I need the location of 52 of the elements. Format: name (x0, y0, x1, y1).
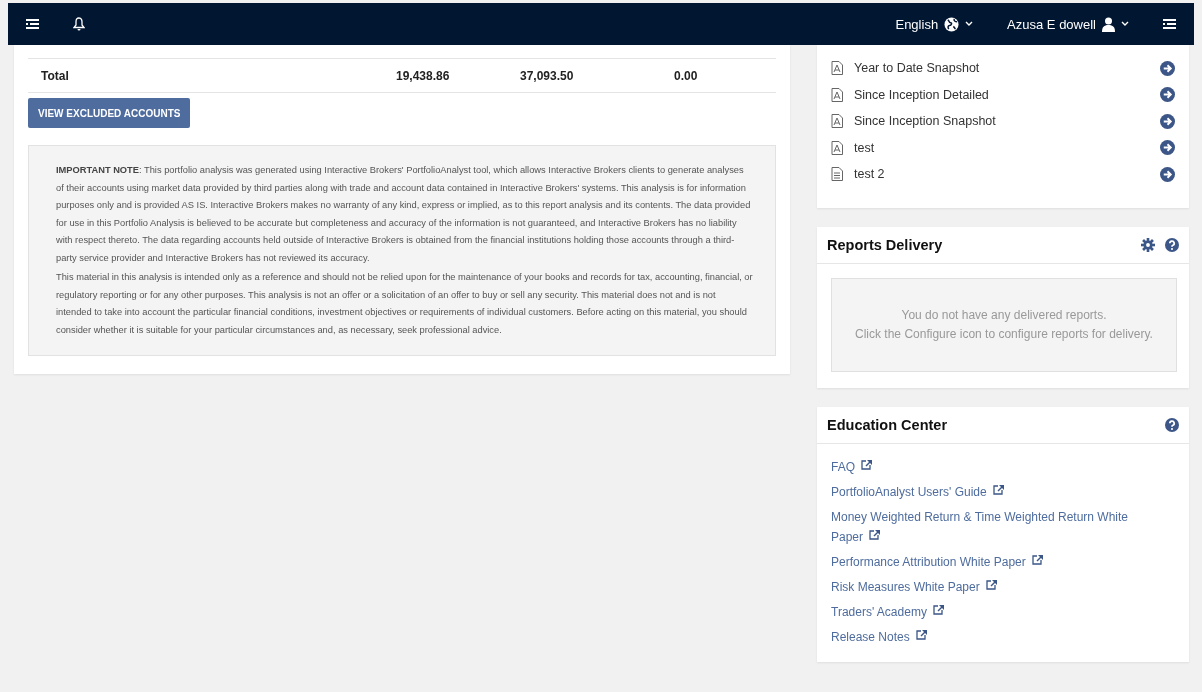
report-link[interactable]: Since Inception Snapshot (854, 114, 1160, 129)
pdf-file-icon (831, 140, 843, 155)
education-link[interactable]: Traders' Academy (831, 602, 1149, 623)
view-excluded-accounts-button[interactable]: VIEW EXCLUDED ACCOUNTS (28, 98, 191, 128)
external-link-icon (1031, 554, 1044, 565)
education-link[interactable]: PortfolioAnalyst Users' Guide (831, 481, 1149, 502)
education-link[interactable]: Release Notes (831, 627, 1149, 648)
report-link[interactable]: Since Inception Detailed (854, 87, 1160, 102)
card-title: Reports Delivery (827, 236, 944, 253)
menu-icon[interactable] (26, 19, 39, 29)
report-link[interactable]: Year to Date Snapshot (854, 61, 1160, 76)
pdf-file-icon (831, 87, 843, 102)
table-cell-text: 19,438.86 (396, 68, 451, 83)
settings-icon[interactable] (1141, 237, 1155, 252)
note-paragraph: This material in this analysis is intended only as a reference and should not be relied upon for the maintenance of your books and records for tax, accounting, financial, or regulatory reporting or for any other purposes. This analysis is not an offer or a solicitation of an offer to buy or sell any security. This material does not and is not intended to take into account the particular financial conditions, investment objectives or requirements of individual customers. Before acting on this material, you should consider whether it is suitable for your particular circumstances and, as necessary, seek professional advice. (56, 271, 753, 337)
external-link-icon (869, 529, 882, 540)
globe-icon (944, 16, 960, 32)
education-link[interactable]: Money Weighted Return & Time Weighted Return White Paper (831, 506, 1149, 548)
external-link-icon (915, 629, 928, 640)
menu-icon[interactable] (1163, 19, 1176, 29)
report-link[interactable]: test 2 (854, 167, 1160, 182)
arrow-circle-icon[interactable] (1160, 113, 1175, 129)
bell-icon[interactable] (73, 17, 85, 31)
pdf-file-icon (831, 114, 843, 129)
education-link[interactable]: Risk Measures White Paper (831, 577, 1149, 598)
external-link-icon (932, 604, 945, 615)
arrow-circle-icon[interactable] (1160, 140, 1175, 156)
education-link[interactable]: Performance Attribution White Paper (831, 552, 1149, 573)
document-icon (831, 167, 843, 182)
help-icon[interactable] (1165, 237, 1179, 252)
caret-icon (965, 21, 974, 27)
arrow-circle-icon[interactable] (1160, 87, 1175, 103)
education-link[interactable]: FAQ (831, 456, 1149, 477)
user-menu[interactable]: Azusa E dowell (1007, 16, 1096, 32)
table-cell-text: Total (41, 68, 70, 83)
external-link-icon (861, 458, 873, 470)
language-selector[interactable]: English (895, 16, 939, 32)
note-paragraph: IMPORTANT NOTE: This portfolio analysis was generated using Interactive Brokers' PortfolioAnalyst tool, which allows Interactive Brokers clients to generate analyses of their accounts using market data provided by third parties along with trade and account data contained in Interactive Brokers' systems. This analysis is for information purposes only and is provided AS IS. Interactive Brokers makes no warranty of any kind, express or implied, as to this report analysis and its contents. The data provided for use in this Portfolio Analysis is believed to be accurate but completeness and accuracy of the information is not guaranteed, and Interactive Brokers has no liability with respect thereto. The data regarding accounts held outside of Interactive Brokers is obtained from the financial institutions holding those accounts through a third-party service provider and Interactive Brokers has not reviewed its accuracy. (56, 164, 752, 265)
arrow-circle-icon[interactable] (1160, 60, 1175, 76)
card-title: Education Center (827, 416, 949, 433)
arrow-circle-icon[interactable] (1160, 166, 1175, 182)
empty-message: You do not have any delivered reports. (901, 308, 1107, 322)
caret-icon (1121, 21, 1129, 27)
table-cell-text: 37,093.50 (520, 68, 575, 83)
report-link[interactable]: test (854, 140, 1160, 155)
help-icon[interactable] (1165, 417, 1179, 432)
user-icon (1102, 16, 1115, 32)
external-link-icon (992, 483, 1005, 495)
table-cell-text: 0.00 (674, 68, 699, 83)
external-link-icon (985, 579, 998, 590)
pdf-file-icon (831, 61, 843, 76)
empty-message: Click the Configure icon to configure reports for delivery. (855, 327, 1153, 341)
